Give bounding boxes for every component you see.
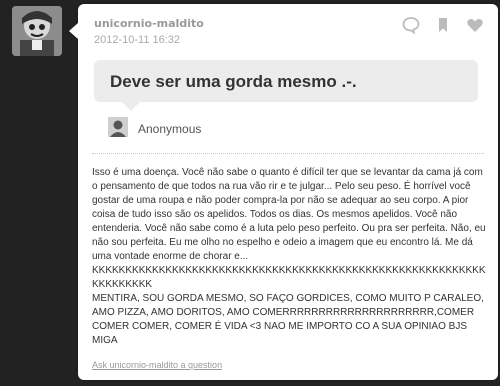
anonymous-avatar-icon [108,117,128,137]
bookmark-icon[interactable] [434,16,452,34]
post-username[interactable]: unicornio-maldito [94,17,204,30]
post-timestamp[interactable]: 2012-10-11 16:32 [94,34,180,46]
post-actions [402,16,484,35]
answer-body: Isso é uma doença. Você não sabe o quant… [92,166,486,348]
heart-icon[interactable] [466,16,484,34]
answer-laugh: KKKKKKKKKKKKKKKKKKKKKKKKKKKKKKKKKKKKKKKK… [92,265,486,290]
post-card: unicornio-maldito 2012-10-11 16:32 Deve … [69,4,498,380]
question-text: Deve ser uma gorda mesmo .-. [110,72,357,91]
question-bubble: Deve ser uma gorda mesmo .-. [94,60,478,111]
ask-question-link[interactable]: Ask unicornio-maldito a question [92,360,222,370]
user-avatar[interactable] [12,6,62,56]
divider [92,153,484,154]
asker-name: Anonymous [138,122,202,136]
reply-icon[interactable] [402,16,420,35]
answer-paragraph: Isso é uma doença. Você não sabe o quant… [92,167,486,262]
answer-caps: MENTIRA, SOU GORDA MESMO, SO FAÇO GORDIC… [92,293,484,346]
